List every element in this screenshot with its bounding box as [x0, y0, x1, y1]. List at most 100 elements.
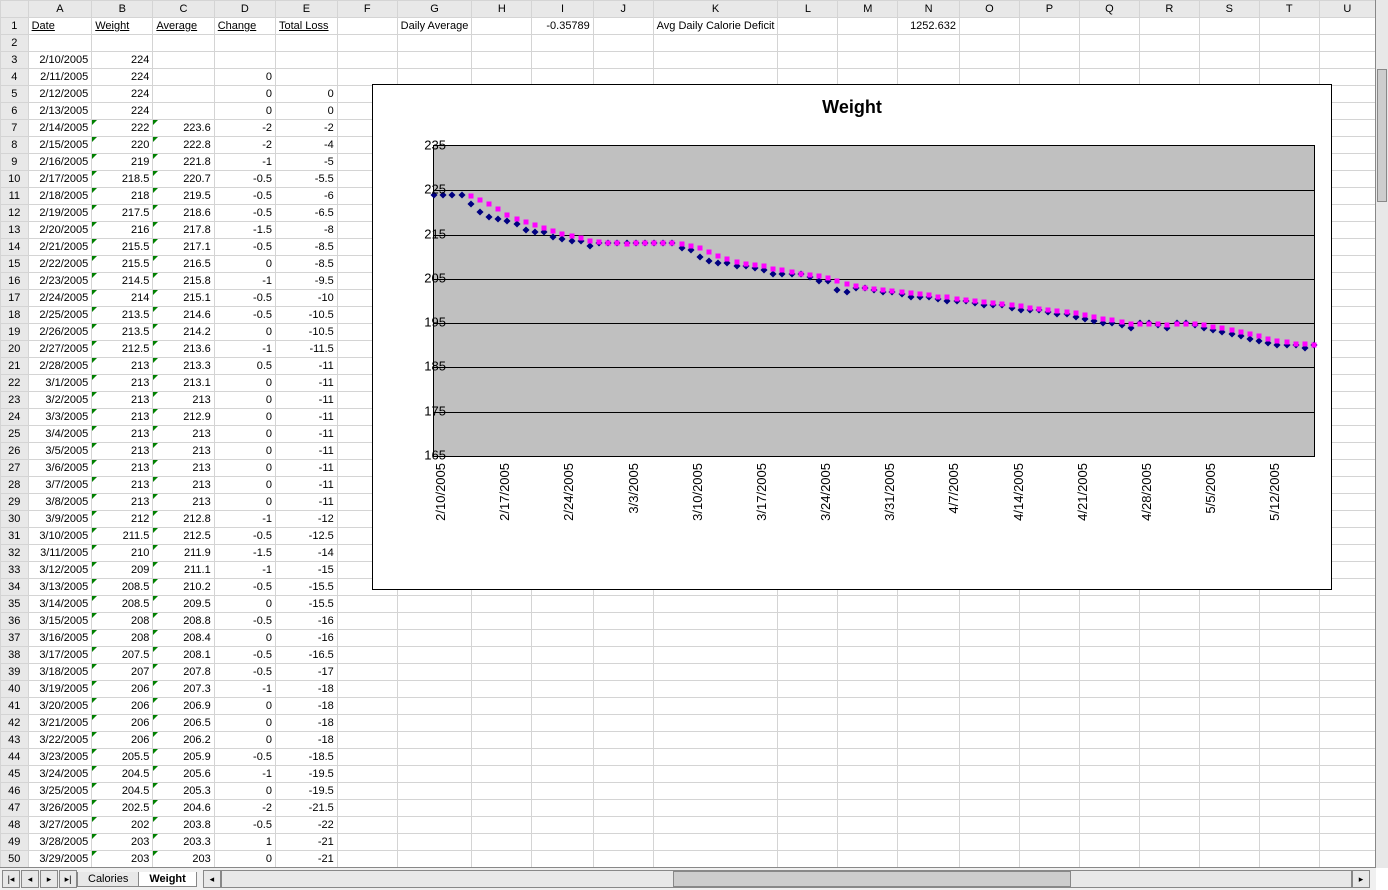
cell-G44[interactable]: [397, 749, 472, 766]
cell-J38[interactable]: [593, 647, 653, 664]
cell-I46[interactable]: [532, 783, 594, 800]
cell-B40[interactable]: 206: [92, 681, 153, 698]
cell-P4[interactable]: [1019, 69, 1079, 86]
cell-Q38[interactable]: [1079, 647, 1139, 664]
cell-E21[interactable]: -11: [276, 358, 338, 375]
cell-M1[interactable]: [838, 18, 898, 35]
cell-B16[interactable]: 214.5: [92, 273, 153, 290]
row-header-20[interactable]: 20: [1, 341, 29, 358]
cell-J1[interactable]: [593, 18, 653, 35]
cell-D31[interactable]: -0.5: [214, 528, 275, 545]
cell-N39[interactable]: [898, 664, 960, 681]
cell-F45[interactable]: [337, 766, 397, 783]
cell-E15[interactable]: -8.5: [276, 256, 338, 273]
cell-F1[interactable]: [337, 18, 397, 35]
cell-C37[interactable]: 208.4: [153, 630, 214, 647]
cell-I47[interactable]: [532, 800, 594, 817]
cell-C13[interactable]: 217.8: [153, 222, 214, 239]
cell-C34[interactable]: 210.2: [153, 579, 214, 596]
cell-D35[interactable]: 0: [214, 596, 275, 613]
cell-U48[interactable]: [1319, 817, 1375, 834]
cell-B7[interactable]: 222: [92, 120, 153, 137]
cell-T46[interactable]: [1259, 783, 1319, 800]
cell-B30[interactable]: 212: [92, 511, 153, 528]
cell-D5[interactable]: 0: [214, 86, 275, 103]
cell-I37[interactable]: [532, 630, 594, 647]
cell-G42[interactable]: [397, 715, 472, 732]
cell-A31[interactable]: 3/10/2005: [28, 528, 92, 545]
cell-E31[interactable]: -12.5: [276, 528, 338, 545]
cell-Q39[interactable]: [1079, 664, 1139, 681]
cell-P44[interactable]: [1019, 749, 1079, 766]
cell-B11[interactable]: 218: [92, 188, 153, 205]
cell-K47[interactable]: [653, 800, 778, 817]
cell-A22[interactable]: 3/1/2005: [28, 375, 92, 392]
cell-O40[interactable]: [959, 681, 1019, 698]
cell-T3[interactable]: [1259, 52, 1319, 69]
cell-T35[interactable]: [1259, 596, 1319, 613]
cell-C30[interactable]: 212.8: [153, 511, 214, 528]
cell-H50[interactable]: [472, 851, 532, 868]
cell-M43[interactable]: [838, 732, 898, 749]
cell-E50[interactable]: -21: [276, 851, 338, 868]
cell-R42[interactable]: [1139, 715, 1199, 732]
cell-S40[interactable]: [1199, 681, 1259, 698]
cell-D47[interactable]: -2: [214, 800, 275, 817]
cell-C29[interactable]: 213: [153, 494, 214, 511]
cell-C33[interactable]: 211.1: [153, 562, 214, 579]
cell-B46[interactable]: 204.5: [92, 783, 153, 800]
cell-D16[interactable]: -1: [214, 273, 275, 290]
cell-C8[interactable]: 222.8: [153, 137, 214, 154]
cell-D11[interactable]: -0.5: [214, 188, 275, 205]
cell-D42[interactable]: 0: [214, 715, 275, 732]
cell-D34[interactable]: -0.5: [214, 579, 275, 596]
row-header-25[interactable]: 25: [1, 426, 29, 443]
cell-B42[interactable]: 206: [92, 715, 153, 732]
cell-R49[interactable]: [1139, 834, 1199, 851]
cell-G3[interactable]: [397, 52, 472, 69]
cell-D10[interactable]: -0.5: [214, 171, 275, 188]
cell-O47[interactable]: [959, 800, 1019, 817]
cell-A35[interactable]: 3/14/2005: [28, 596, 92, 613]
cell-R50[interactable]: [1139, 851, 1199, 868]
cell-B22[interactable]: 213: [92, 375, 153, 392]
cell-U39[interactable]: [1319, 664, 1375, 681]
row-header-12[interactable]: 12: [1, 205, 29, 222]
cell-D46[interactable]: 0: [214, 783, 275, 800]
cell-L35[interactable]: [778, 596, 838, 613]
cell-O36[interactable]: [959, 613, 1019, 630]
cell-P35[interactable]: [1019, 596, 1079, 613]
cell-L39[interactable]: [778, 664, 838, 681]
cell-N48[interactable]: [898, 817, 960, 834]
cell-N49[interactable]: [898, 834, 960, 851]
cell-C25[interactable]: 213: [153, 426, 214, 443]
cell-A15[interactable]: 2/22/2005: [28, 256, 92, 273]
cell-A36[interactable]: 3/15/2005: [28, 613, 92, 630]
cell-E22[interactable]: -11: [276, 375, 338, 392]
cell-T49[interactable]: [1259, 834, 1319, 851]
cell-D49[interactable]: 1: [214, 834, 275, 851]
select-all-cell[interactable]: [1, 1, 29, 18]
cell-A33[interactable]: 3/12/2005: [28, 562, 92, 579]
row-header-46[interactable]: 46: [1, 783, 29, 800]
cell-S2[interactable]: [1199, 35, 1259, 52]
row-header-4[interactable]: 4: [1, 69, 29, 86]
cell-H45[interactable]: [472, 766, 532, 783]
cell-J48[interactable]: [593, 817, 653, 834]
cell-G47[interactable]: [397, 800, 472, 817]
col-header-P[interactable]: P: [1019, 1, 1079, 18]
cell-I35[interactable]: [532, 596, 594, 613]
cell-O45[interactable]: [959, 766, 1019, 783]
cell-K36[interactable]: [653, 613, 778, 630]
cell-E14[interactable]: -8.5: [276, 239, 338, 256]
cell-A21[interactable]: 2/28/2005: [28, 358, 92, 375]
cell-S46[interactable]: [1199, 783, 1259, 800]
cell-A12[interactable]: 2/19/2005: [28, 205, 92, 222]
cell-Q43[interactable]: [1079, 732, 1139, 749]
col-header-A[interactable]: A: [28, 1, 92, 18]
cell-A8[interactable]: 2/15/2005: [28, 137, 92, 154]
cell-C12[interactable]: 218.6: [153, 205, 214, 222]
cell-U47[interactable]: [1319, 800, 1375, 817]
cell-K1[interactable]: Avg Daily Calorie Deficit: [653, 18, 778, 35]
cell-E38[interactable]: -16.5: [276, 647, 338, 664]
